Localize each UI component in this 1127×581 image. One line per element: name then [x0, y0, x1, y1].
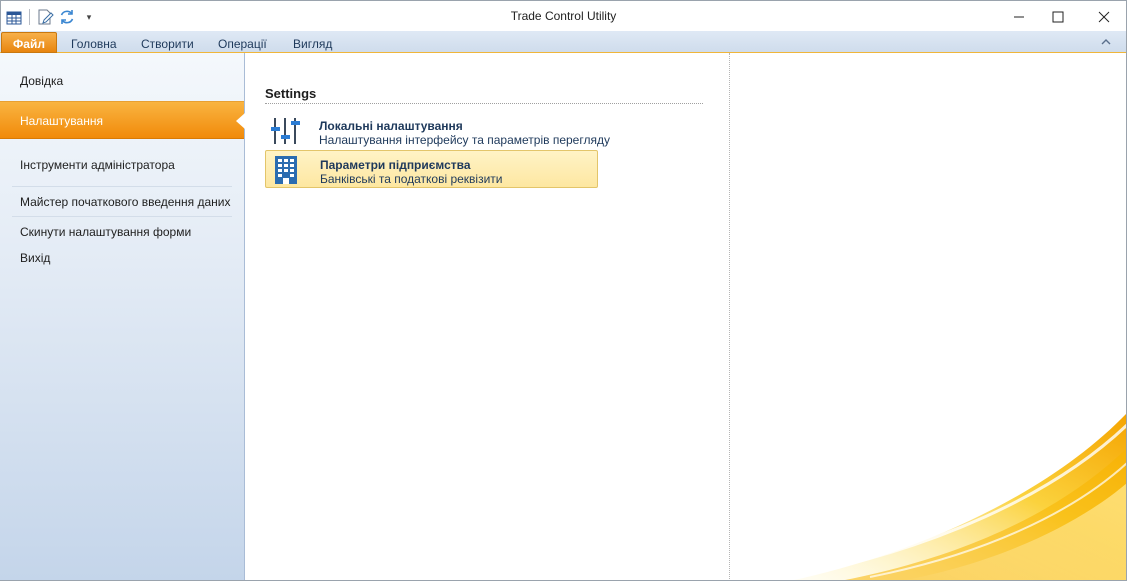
option-description: Банківські та податкові реквізити — [320, 172, 503, 186]
nav-settings[interactable]: Налаштування — [0, 101, 244, 139]
nav-separator — [12, 186, 232, 187]
building-icon — [270, 154, 302, 186]
option-description: Налаштування інтерфейсу та параметрів пе… — [319, 133, 610, 147]
tab-operations[interactable]: Операції — [218, 34, 267, 53]
nav-exit[interactable]: Вихід — [0, 251, 244, 265]
app-menu-icon[interactable] — [3, 6, 25, 28]
decorative-swoosh — [790, 413, 1127, 581]
sliders-icon — [269, 115, 301, 147]
nav-data-wizard[interactable]: Майстер початкового введення даних — [0, 195, 244, 209]
maximize-button[interactable] — [1035, 1, 1081, 32]
nav-admin-tools[interactable]: Інструменти адміністратора — [0, 158, 244, 172]
nav-separator — [12, 216, 232, 217]
qat-separator — [29, 9, 30, 25]
option-title: Параметри підприємства — [320, 158, 471, 172]
backstage-nav: Довідка Налаштування Інструменти адмініс… — [0, 53, 245, 581]
customize-qat-dropdown[interactable]: ▾ — [78, 6, 100, 28]
tab-file[interactable]: Файл — [1, 32, 57, 53]
title-bar: ▾ Trade Control Utility — [0, 0, 1127, 31]
window-title: Trade Control Utility — [510, 9, 617, 23]
nav-reset-form[interactable]: Скинути налаштування форми — [0, 225, 244, 239]
collapse-ribbon-icon[interactable] — [1099, 35, 1113, 49]
nav-help[interactable]: Довідка — [0, 74, 244, 88]
edit-document-icon[interactable] — [34, 6, 56, 28]
tab-home[interactable]: Головна — [71, 34, 117, 53]
selection-arrow — [236, 113, 245, 129]
option-company-parameters[interactable]: Параметри підприємства Банківські та под… — [265, 150, 598, 188]
settings-panel: Settings Локальні налаштування Налаштува… — [245, 53, 729, 581]
backstage-decoration — [730, 53, 1127, 581]
ribbon-tab-strip: Файл Головна Створити Операції Вигляд — [0, 31, 1127, 53]
quick-access-toolbar: ▾ — [3, 6, 100, 28]
tab-view[interactable]: Вигляд — [293, 34, 332, 53]
close-button[interactable] — [1081, 1, 1127, 32]
option-local-settings[interactable]: Локальні налаштування Налаштування інтер… — [265, 112, 610, 150]
refresh-icon[interactable] — [56, 6, 78, 28]
section-title: Settings — [265, 86, 317, 101]
tab-create[interactable]: Створити — [141, 34, 194, 53]
section-divider — [265, 103, 703, 104]
option-title: Локальні налаштування — [319, 119, 463, 133]
